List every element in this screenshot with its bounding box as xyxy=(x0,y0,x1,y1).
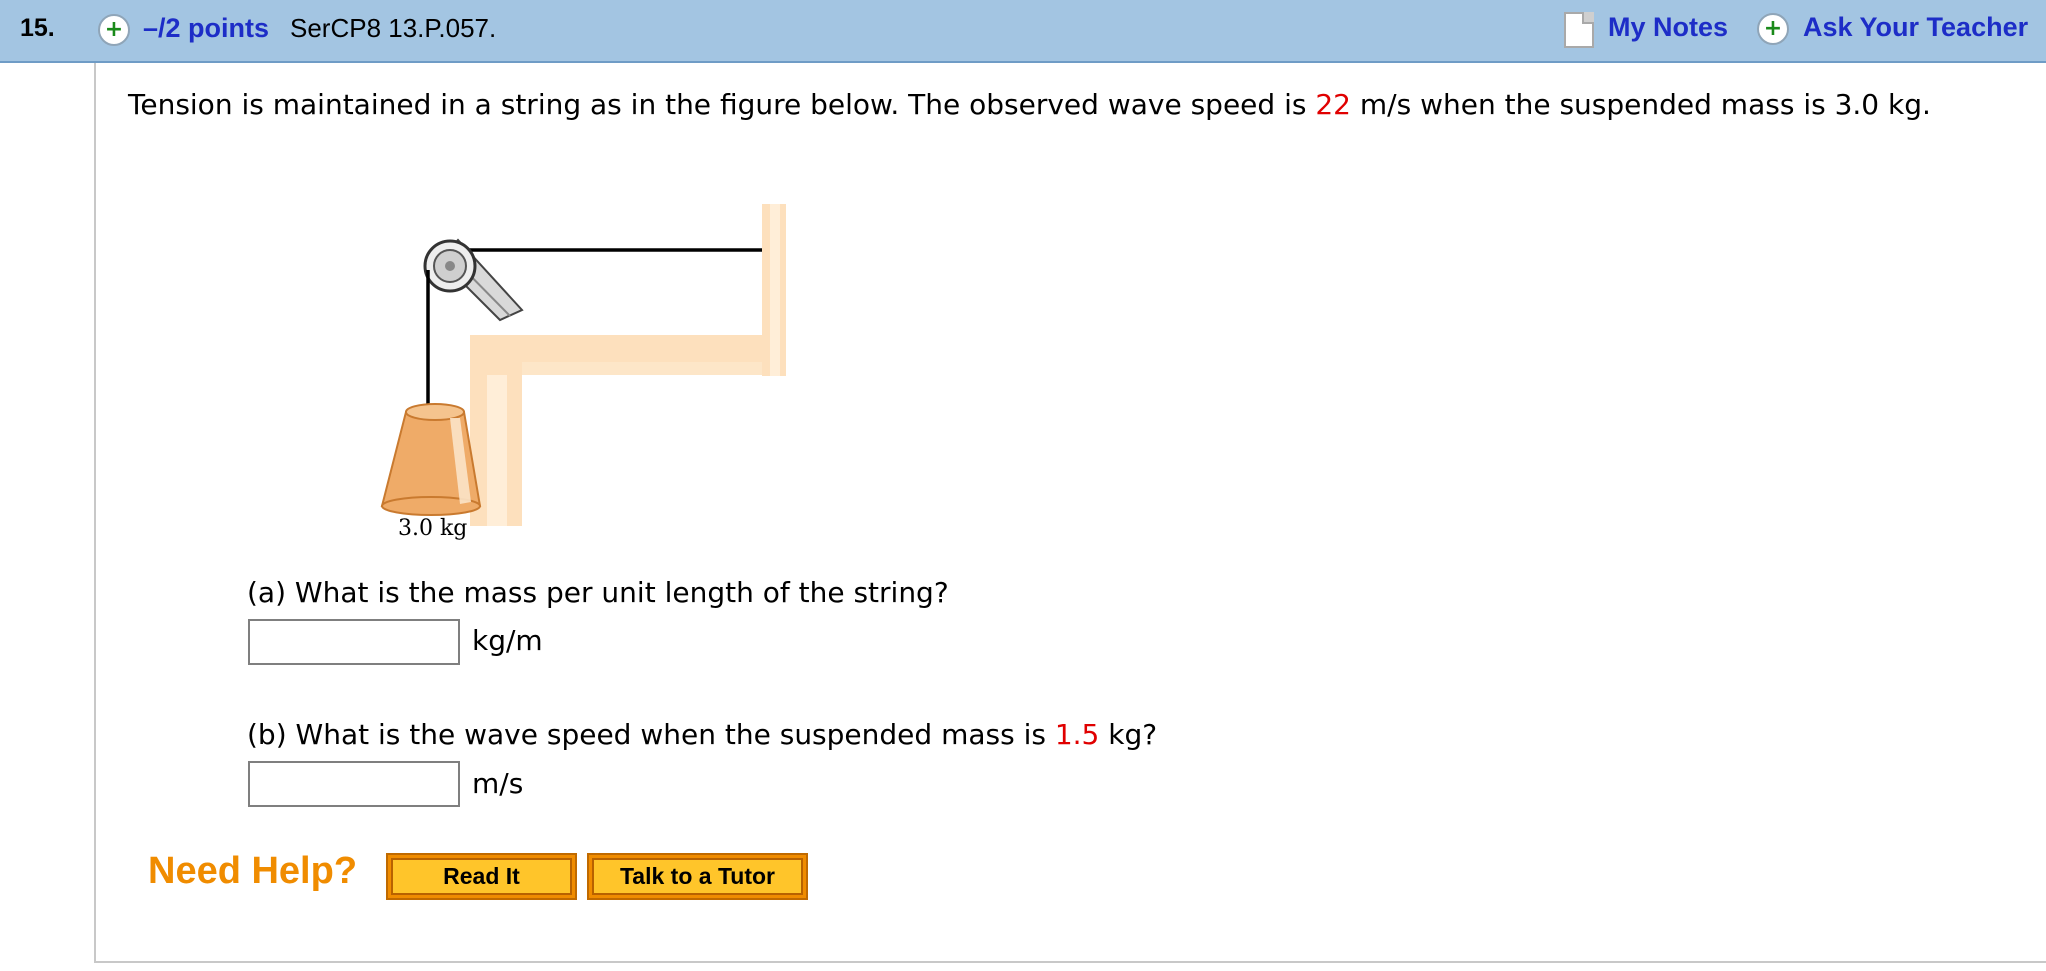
table-leg-highlight xyxy=(487,375,507,526)
talk-to-tutor-button[interactable]: Talk to a Tutor xyxy=(587,853,808,900)
part-a-unit: kg/m xyxy=(472,624,543,657)
part-b-answer-input[interactable] xyxy=(248,761,460,807)
part-b-unit: m/s xyxy=(472,767,524,800)
part-a-question: (a) What is the mass per unit length of … xyxy=(247,576,949,609)
problem-text-end: m/s when the suspended mass is 3.0 kg. xyxy=(1351,88,1931,121)
figure-mass-label: 3.0 kg xyxy=(398,516,468,541)
expand-plus-icon[interactable]: + xyxy=(98,14,130,46)
question-number: 15. xyxy=(20,14,55,42)
problem-text-start: Tension is maintained in a string as in … xyxy=(128,88,1316,121)
part-b-question: (b) What is the wave speed when the susp… xyxy=(247,718,1157,751)
part-a-answer-input[interactable] xyxy=(248,619,460,665)
table-top xyxy=(470,335,765,362)
wave-speed-value: 22 xyxy=(1315,88,1351,121)
talk-to-tutor-label: Talk to a Tutor xyxy=(592,858,803,895)
pulley-string-figure xyxy=(380,204,786,526)
need-help-title: Need Help? xyxy=(148,850,358,892)
my-notes-link[interactable]: My Notes xyxy=(1608,12,1728,43)
problem-statement: Tension is maintained in a string as in … xyxy=(128,82,2008,128)
note-icon[interactable] xyxy=(1564,12,1594,48)
ask-teacher-link[interactable]: Ask Your Teacher xyxy=(1803,12,2028,43)
part-b-text-end: kg? xyxy=(1099,718,1158,751)
read-it-label: Read It xyxy=(391,858,572,895)
read-it-button[interactable]: Read It xyxy=(386,853,577,900)
question-code: SerCP8 13.P.057. xyxy=(290,13,497,43)
wall-post-highlight xyxy=(770,204,780,376)
question-header: 15. + –/2 points SerCP8 13.P.057. My Not… xyxy=(0,0,2046,63)
points-link[interactable]: –/2 points xyxy=(143,13,269,44)
part-b-mass-value: 1.5 xyxy=(1054,718,1100,751)
ask-teacher-plus-icon[interactable]: + xyxy=(1757,13,1789,45)
part-b-text-start: (b) What is the wave speed when the susp… xyxy=(247,718,1055,751)
